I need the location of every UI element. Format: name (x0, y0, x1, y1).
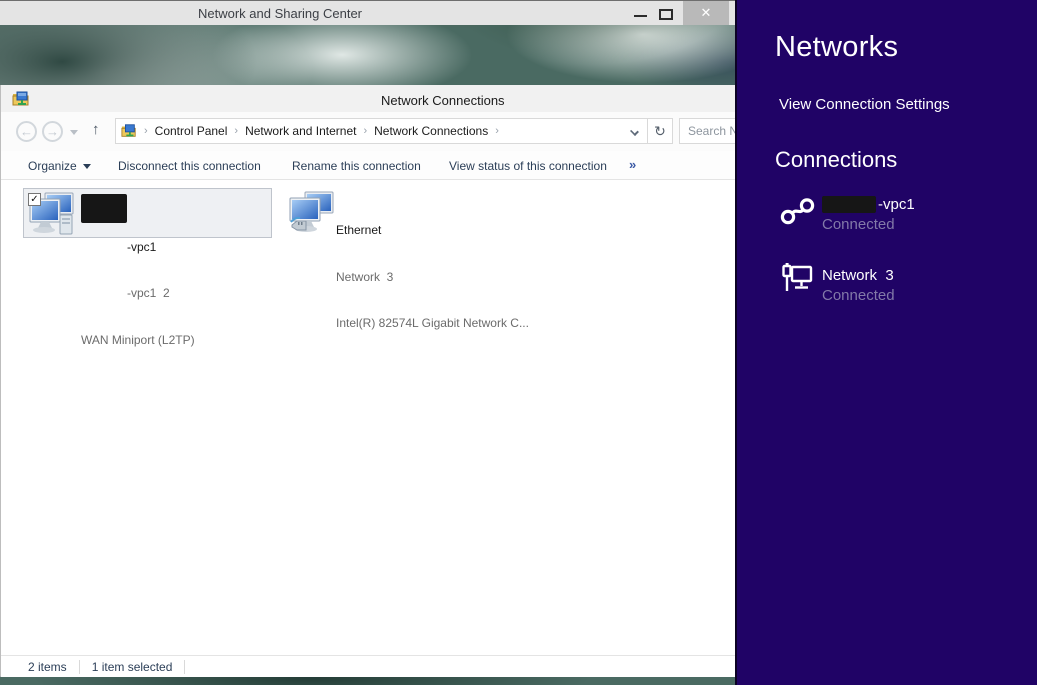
window-titlebar[interactable]: Network Connections (1, 85, 735, 112)
connections-heading: Connections (775, 147, 897, 173)
breadcrumb-separator: › (495, 125, 499, 137)
connection-name: -vpc1 (822, 196, 915, 213)
forward-icon: → (46, 124, 59, 139)
back-button[interactable]: ← (16, 121, 37, 142)
status-separator (79, 660, 80, 674)
view-connection-settings-link[interactable]: View Connection Settings (779, 96, 950, 113)
refresh-button[interactable]: ↻ (648, 118, 673, 144)
vpn-icon (779, 197, 817, 225)
up-button[interactable]: ↑ (92, 121, 100, 138)
up-icon: ↑ (92, 121, 100, 138)
item-name: -vpc1 (81, 240, 195, 256)
background-window-title: Network and Sharing Center (0, 6, 560, 21)
ethernet-monitors-icon (289, 191, 339, 235)
toolbar-command-view-status[interactable]: View status of this connection (449, 159, 607, 173)
connection-item-ethernet[interactable]: Ethernet Network 3 Intel(R) 82574L Gigab… (286, 188, 536, 238)
breadcrumb[interactable]: › Control Panel › Network and Internet ›… (115, 118, 648, 144)
app-icon (12, 90, 30, 108)
status-separator (184, 660, 185, 674)
connection-status: Connected (822, 287, 895, 304)
toolbar-command-rename[interactable]: Rename this connection (292, 159, 421, 173)
breadcrumb-separator: › (234, 125, 238, 137)
organize-dropdown-icon (83, 164, 91, 169)
redaction-box (81, 194, 127, 223)
wired-network-icon (780, 262, 814, 298)
item-device: Intel(R) 82574L Gigabit Network C... (336, 316, 529, 332)
networks-panel: Networks View Connection Settings Connec… (735, 0, 1037, 685)
organize-button[interactable]: Organize (28, 159, 91, 173)
breadcrumb-item-network-and-internet[interactable]: Network and Internet (245, 124, 356, 138)
breadcrumb-icon (121, 123, 137, 139)
desktop-wallpaper: Network and Sharing Center ✕ Network Con… (0, 0, 1037, 685)
connection-item-vpn[interactable]: ✓ -vpc1 -vpc1 2 WAN Miniport (L2TP) (23, 188, 272, 238)
item-network: -vpc1 2 (81, 286, 195, 302)
address-bar: ← → ↑ › Control Panel › Network and Inte… (1, 112, 735, 151)
toolbar: Organize Disconnect this connection Rena… (1, 151, 735, 180)
item-device: WAN Miniport (L2TP) (81, 333, 195, 349)
redaction-box (822, 196, 876, 213)
breadcrumb-item-control-panel[interactable]: Control Panel (155, 124, 228, 138)
close-icon: ✕ (701, 5, 712, 20)
breadcrumb-separator: › (363, 125, 367, 137)
connection-status: Connected (822, 216, 895, 233)
item-network: Network 3 (336, 270, 529, 286)
item-text: -vpc1 -vpc1 2 WAN Miniport (L2TP) (81, 193, 195, 379)
connections-list: ✓ -vpc1 -vpc1 2 WAN Miniport (L2TP) (1, 180, 735, 655)
background-window-titlebar[interactable]: Network and Sharing Center ✕ (0, 0, 735, 25)
history-dropdown-icon[interactable] (70, 130, 78, 135)
minimize-icon[interactable] (634, 15, 647, 17)
item-text: Ethernet Network 3 Intel(R) 82574L Gigab… (336, 192, 529, 363)
network-connections-window: Network Connections ← → ↑ › Control Pane… (0, 85, 735, 677)
forward-button[interactable]: → (42, 121, 63, 142)
status-items-count: 2 items (28, 660, 67, 674)
back-icon: ← (20, 124, 33, 139)
check-icon: ✓ (30, 194, 38, 205)
item-name: Ethernet (336, 223, 529, 239)
breadcrumb-item-network-connections[interactable]: Network Connections (374, 124, 488, 138)
refresh-icon: ↻ (654, 123, 666, 139)
toolbar-command-disconnect[interactable]: Disconnect this connection (118, 159, 261, 173)
breadcrumb-separator: › (144, 125, 148, 137)
maximize-icon[interactable] (659, 9, 673, 20)
connection-name: Network 3 (822, 267, 894, 284)
address-dropdown-icon[interactable] (630, 127, 639, 136)
status-bar: 2 items 1 item selected (1, 655, 735, 677)
status-selection-count: 1 item selected (92, 660, 173, 674)
close-button[interactable]: ✕ (683, 1, 729, 25)
toolbar-overflow-button[interactable]: » (629, 157, 636, 172)
panel-title: Networks (775, 31, 898, 64)
item-checkbox[interactable]: ✓ (28, 193, 41, 206)
window-title: Network Connections (381, 93, 505, 108)
